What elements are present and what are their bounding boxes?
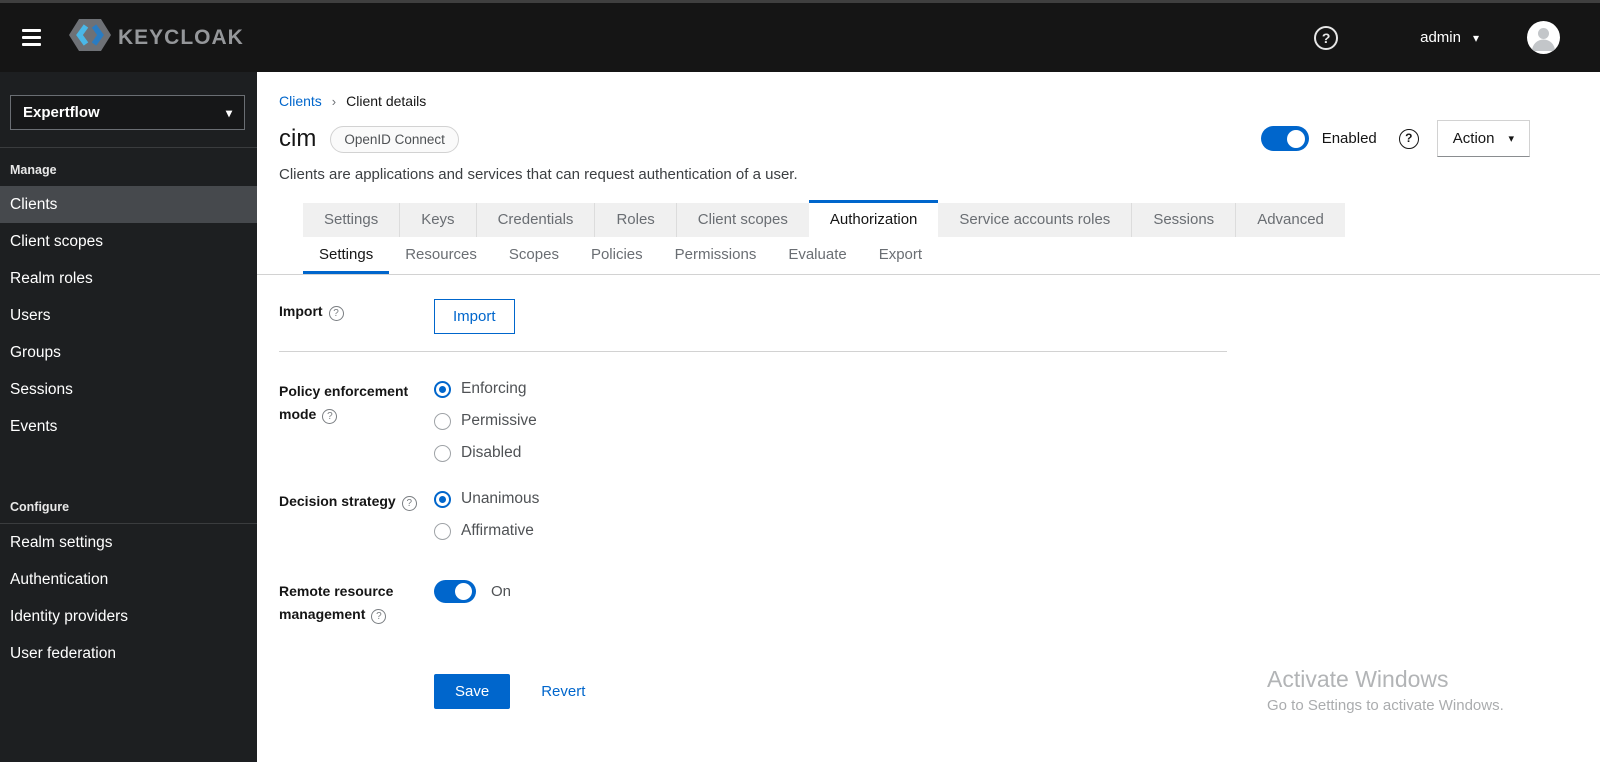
keycloak-hexagon-icon bbox=[68, 17, 112, 58]
tab-authorization[interactable]: Authorization bbox=[808, 200, 939, 237]
enabled-label: Enabled bbox=[1321, 130, 1377, 147]
keycloak-brand[interactable]: KEYCLOAK bbox=[68, 17, 244, 58]
subtab-scopes[interactable]: Scopes bbox=[493, 237, 575, 274]
tab-service-accounts-roles[interactable]: Service accounts roles bbox=[938, 203, 1133, 237]
radio-icon bbox=[434, 412, 451, 430]
policy-enforcement-radio-group: Enforcing Permissive Disabled bbox=[434, 378, 1229, 462]
chevron-down-icon: ▾ bbox=[1472, 30, 1479, 45]
nav-section-configure: Configure bbox=[10, 500, 70, 514]
realm-name: Expertflow bbox=[23, 104, 100, 121]
radio-disabled[interactable]: Disabled bbox=[434, 444, 1229, 462]
policy-enforcement-mode-label: Policy enforcement mode? bbox=[279, 383, 409, 425]
radio-affirmative[interactable]: Affirmative bbox=[434, 522, 1229, 540]
user-avatar-icon[interactable] bbox=[1527, 21, 1560, 54]
main-content: Clients › Client details cim OpenID Conn… bbox=[257, 72, 1600, 762]
tab-roles[interactable]: Roles bbox=[595, 203, 677, 237]
tab-keys[interactable]: Keys bbox=[400, 203, 477, 237]
subtab-export[interactable]: Export bbox=[863, 237, 938, 274]
user-menu[interactable]: admin ▾ bbox=[1420, 29, 1479, 46]
action-dropdown[interactable]: Action ▾ bbox=[1436, 120, 1530, 157]
sidebar-item-realm-settings[interactable]: Realm settings bbox=[0, 524, 257, 561]
radio-unanimous[interactable]: Unanimous bbox=[434, 490, 1229, 508]
import-help-icon[interactable]: ? bbox=[328, 306, 344, 321]
remote-resource-management-label: Remote resource management? bbox=[279, 583, 394, 625]
tab-client-scopes[interactable]: Client scopes bbox=[676, 203, 809, 237]
sidebar-item-authentication[interactable]: Authentication bbox=[0, 561, 257, 598]
radio-icon bbox=[434, 444, 451, 462]
page-title: cim bbox=[279, 125, 317, 152]
sidebar-item-users[interactable]: Users bbox=[0, 297, 257, 334]
divider bbox=[279, 351, 1227, 352]
authorization-subtabs: Settings Resources Scopes Policies Permi… bbox=[257, 237, 1600, 275]
menu-icon[interactable] bbox=[8, 18, 54, 58]
sidebar: Expertflow ▾ Manage Clients Client scope… bbox=[0, 72, 257, 762]
sidebar-item-user-federation[interactable]: User federation bbox=[0, 635, 257, 672]
revert-button[interactable]: Revert bbox=[541, 683, 585, 700]
tab-advanced[interactable]: Advanced bbox=[1236, 203, 1345, 237]
import-label: Import? bbox=[279, 299, 434, 334]
subtab-settings[interactable]: Settings bbox=[303, 237, 390, 274]
breadcrumb: Clients › Client details bbox=[279, 93, 1600, 109]
sidebar-item-client-scopes[interactable]: Client scopes bbox=[0, 223, 257, 260]
page-description: Clients are applications and services th… bbox=[279, 166, 798, 183]
save-button[interactable]: Save bbox=[434, 674, 511, 710]
enabled-help-icon[interactable]: ? bbox=[1398, 128, 1419, 149]
brand-text: KEYCLOAK bbox=[118, 25, 244, 49]
watermark-subtitle: Go to Settings to activate Windows. bbox=[1267, 697, 1504, 714]
sidebar-item-realm-roles[interactable]: Realm roles bbox=[0, 260, 257, 297]
windows-activation-watermark: Activate Windows Go to Settings to activ… bbox=[1267, 666, 1504, 714]
remote-resource-help-icon[interactable]: ? bbox=[371, 609, 387, 625]
import-button[interactable]: Import bbox=[434, 299, 515, 334]
sidebar-item-groups[interactable]: Groups bbox=[0, 334, 257, 371]
realm-selector[interactable]: Expertflow ▾ bbox=[10, 95, 245, 130]
subtab-policies[interactable]: Policies bbox=[575, 237, 659, 274]
masthead: KEYCLOAK ? admin ▾ bbox=[0, 0, 1600, 72]
chevron-down-icon: ▾ bbox=[1508, 133, 1514, 145]
radio-icon bbox=[434, 380, 451, 398]
action-label: Action bbox=[1452, 130, 1495, 147]
tab-settings[interactable]: Settings bbox=[303, 203, 401, 237]
decision-strategy-radio-group: Unanimous Affirmative bbox=[434, 488, 1229, 540]
nav-section-manage: Manage bbox=[10, 163, 57, 177]
enabled-toggle[interactable] bbox=[1260, 126, 1309, 151]
decision-strategy-label: Decision strategy? bbox=[279, 488, 434, 540]
tab-credentials[interactable]: Credentials bbox=[476, 203, 596, 237]
decision-strategy-help-icon[interactable]: ? bbox=[401, 496, 417, 511]
remote-resource-state: On bbox=[491, 583, 512, 600]
protocol-badge: OpenID Connect bbox=[330, 125, 459, 153]
policy-enforcement-help-icon[interactable]: ? bbox=[322, 409, 338, 425]
help-icon[interactable]: ? bbox=[1314, 25, 1339, 50]
breadcrumb-current: Client details bbox=[346, 93, 427, 109]
radio-icon bbox=[434, 522, 451, 540]
username: admin bbox=[1420, 29, 1461, 46]
chevron-down-icon: ▾ bbox=[225, 105, 232, 120]
breadcrumb-clients-link[interactable]: Clients bbox=[279, 93, 322, 109]
watermark-title: Activate Windows bbox=[1267, 666, 1449, 692]
client-tabs: Settings Keys Credentials Roles Client s… bbox=[303, 200, 1600, 237]
tab-sessions[interactable]: Sessions bbox=[1132, 203, 1237, 237]
sidebar-item-sessions[interactable]: Sessions bbox=[0, 371, 257, 408]
chevron-right-icon: › bbox=[331, 93, 337, 109]
authorization-settings-form: Import? Import Policy enforcement mode? … bbox=[257, 275, 1229, 710]
subtab-evaluate[interactable]: Evaluate bbox=[772, 237, 862, 274]
sidebar-item-identity-providers[interactable]: Identity providers bbox=[0, 598, 257, 635]
remote-resource-toggle[interactable] bbox=[434, 580, 476, 603]
subtab-permissions[interactable]: Permissions bbox=[659, 237, 773, 274]
radio-permissive[interactable]: Permissive bbox=[434, 412, 1229, 430]
sidebar-item-events[interactable]: Events bbox=[0, 408, 257, 445]
radio-icon bbox=[434, 490, 451, 508]
radio-enforcing[interactable]: Enforcing bbox=[434, 380, 1229, 398]
sidebar-item-clients[interactable]: Clients bbox=[0, 186, 257, 223]
subtab-resources[interactable]: Resources bbox=[389, 237, 493, 274]
